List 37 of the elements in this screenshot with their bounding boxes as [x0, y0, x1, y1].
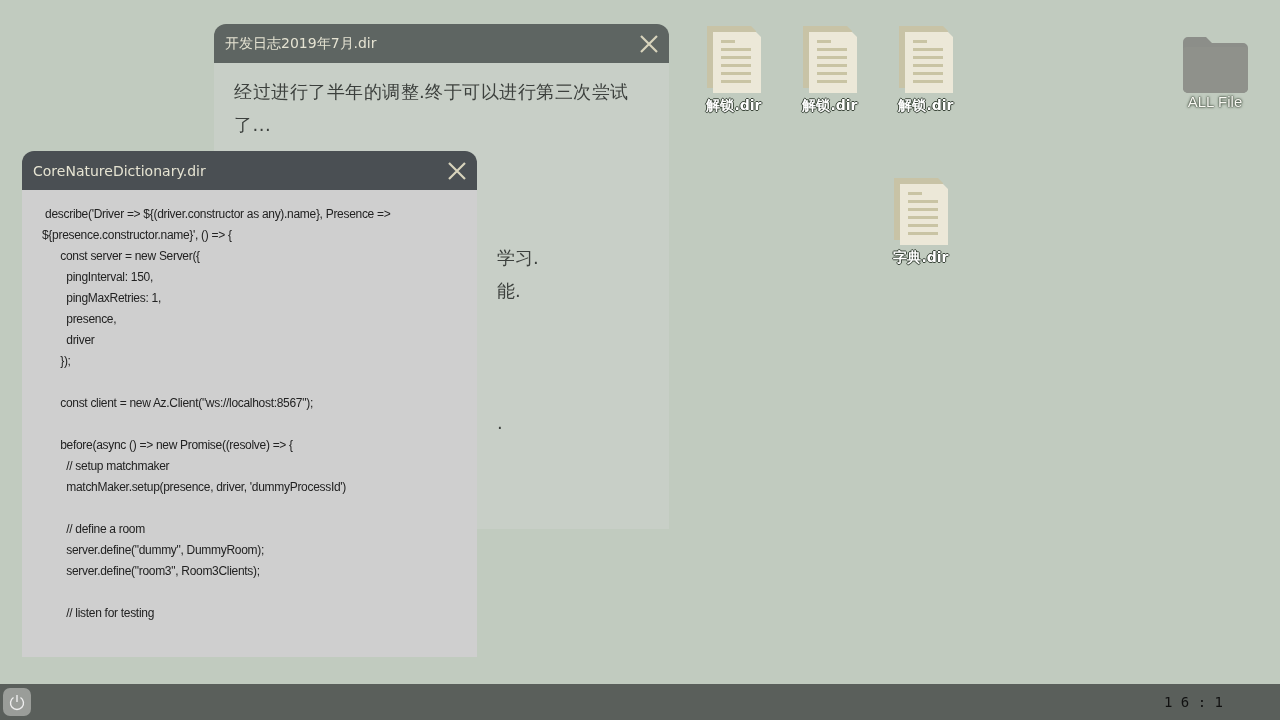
window-title: 开发日志2019年7月.dir — [225, 34, 377, 53]
document-icon — [899, 26, 953, 93]
code-line: // setup matchmaker — [65, 458, 171, 475]
icon-label[interactable]: 字典.dir — [893, 248, 949, 266]
document-icon — [803, 26, 857, 93]
text-line: 能. — [497, 279, 522, 303]
code-line: driver — [65, 332, 96, 349]
code-line: before(async () => new Promise((resolve) => { — [59, 437, 294, 454]
code-line: server.define("room3", Room3Clients); — [65, 563, 261, 580]
code-line: }); — [59, 353, 72, 370]
icon-label[interactable]: 解锁.dir — [898, 96, 954, 114]
text-line: 学习. — [497, 246, 540, 270]
icon-label[interactable]: 解锁.dir — [802, 96, 858, 114]
close-button[interactable] — [639, 33, 659, 54]
window-title: CoreNatureDictionary.dir — [33, 162, 206, 179]
text-line: 经过进行了半年的调整.终于可以进行第三次尝试了... — [234, 80, 630, 137]
text-line: . — [497, 411, 504, 435]
code-line: server.define("dummy", DummyRoom); — [65, 542, 265, 559]
code-line: const client = new Az.Client("ws://localhost:8567"); — [59, 395, 314, 412]
document-icon — [707, 26, 761, 93]
code-line: pingMaxRetries: 1, — [65, 290, 162, 307]
code-line: presence, — [65, 311, 118, 328]
code-line: describe('Driver => ${(driver.constructor as any).name}, Presence => — [44, 206, 392, 223]
code-line: const server = new Server({ — [59, 248, 201, 265]
code-line: // define a room — [65, 521, 146, 538]
folder-icon — [1182, 36, 1248, 93]
icon-label[interactable]: 解锁.dir — [706, 96, 762, 114]
clock-text: 1 6 : 1 — [1164, 694, 1223, 710]
code-line: pingInterval: 150, — [65, 269, 154, 286]
code-line: ${presence.constructor.name}', () => { — [42, 227, 233, 244]
document-icon — [894, 178, 948, 245]
power-icon — [8, 693, 26, 711]
code-line: matchMaker.setup(presence, driver, 'dummyProcessId') — [65, 479, 348, 496]
power-button[interactable] — [3, 688, 31, 716]
icon-label[interactable]: ALL File — [1187, 93, 1243, 111]
code-line: // listen for testing — [65, 605, 155, 622]
close-button[interactable] — [447, 160, 467, 181]
